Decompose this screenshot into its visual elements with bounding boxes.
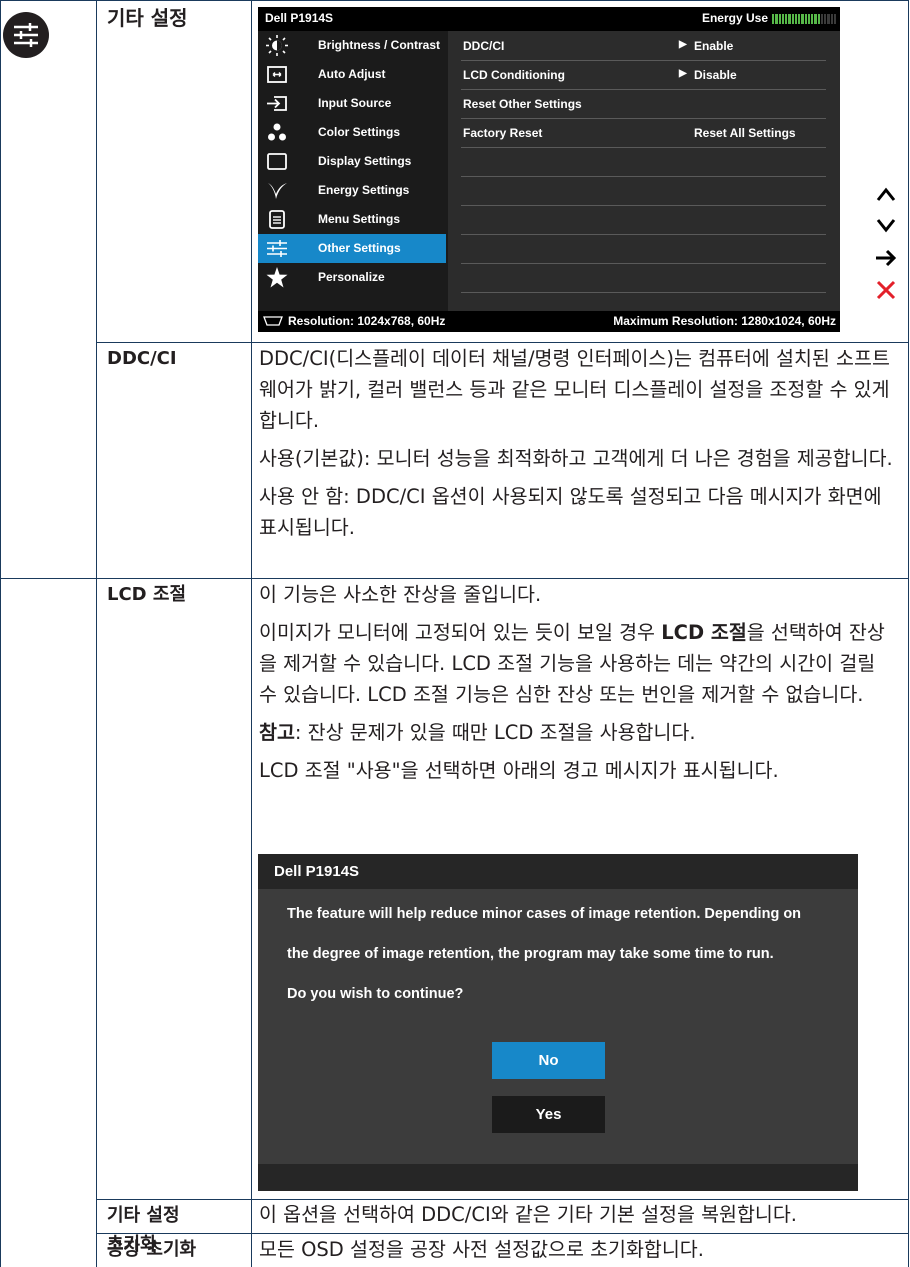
row-text-factory-reset: 모든 OSD 설정을 공장 사전 설정값으로 초기화합니다. (259, 1238, 704, 1261)
energy-meter-segment (833, 14, 836, 24)
osd-menu-item-energy-settings[interactable]: Energy Settings (258, 176, 446, 205)
table-border-top (0, 0, 909, 1)
osd-option-empty (461, 263, 826, 293)
energy-meter-segment (804, 14, 807, 24)
energy-meter-segment (788, 14, 791, 24)
energy-meter-segment (778, 14, 781, 24)
play-arrow-icon: ▶ (679, 68, 687, 79)
osd-menu-item-brightness[interactable]: Brightness / Contrast (258, 31, 446, 60)
osd-menu-item-input-source[interactable]: Input Source (258, 89, 446, 118)
energy-meter-segment (824, 14, 827, 24)
max-resolution: Maximum Resolution: 1280x1024, 60Hz (613, 314, 836, 328)
row-text-reset-other: 이 옵션을 선택하여 DDC/CI와 같은 기타 기본 설정을 복원합니다. (259, 1203, 797, 1226)
osd-option-lcd-conditioning[interactable]: LCD Conditioning ▶ Disable (461, 60, 826, 90)
osd-menu-item-display-settings[interactable]: Display Settings (258, 147, 446, 176)
current-resolution: Resolution: 1024x768, 60Hz (288, 314, 446, 328)
menu-settings-icon (269, 210, 285, 229)
right-arrow-icon[interactable] (874, 248, 898, 268)
ddcci-description: DDC/CI(디스플레이 데이터 채널/명령 인터페이스)는 컴퓨터에 설치된 … (259, 347, 890, 432)
osd-menu-item-menu-settings[interactable]: Menu Settings (258, 205, 446, 234)
input-source-icon (267, 96, 287, 111)
table-border-col1 (96, 0, 97, 1267)
osd-option-empty (461, 147, 826, 177)
row-label-lcd-conditioning: LCD 조절 (107, 584, 187, 605)
star-icon (266, 267, 288, 288)
energy-meter-segment (807, 14, 810, 24)
ddcci-enable: 사용(기본값): 모니터 성능을 최적화하고 고객에게 더 나은 경험을 제공합… (259, 447, 893, 470)
osd-option-empty (461, 176, 826, 206)
energy-meter-segment (772, 14, 775, 24)
row-text-lcd-conditioning: 이 기능은 사소한 잔상을 줄입니다. 이미지가 모니터에 고정되어 있는 듯이… (259, 579, 899, 786)
dialog-header: Dell P1914S (258, 854, 858, 889)
brightness-icon (266, 35, 288, 56)
energy-meter-segment (817, 14, 820, 24)
ddcci-disable: 사용 안 함: DDC/CI 옵션이 사용되지 않도록 설정되고 다음 메시지가… (259, 485, 882, 539)
row-text-ddcci: DDC/CI(디스플레이 데이터 채널/명령 인터페이스)는 컴퓨터에 설치된 … (259, 343, 899, 543)
auto-adjust-icon (267, 66, 287, 83)
energy-use-meter (772, 14, 836, 24)
energy-use-label: Energy Use (701, 11, 768, 25)
dialog-message-line: Do you wish to continue? (287, 986, 464, 1002)
table-border-col2 (251, 0, 252, 1267)
table-border-right (908, 0, 909, 1267)
energy-meter-segment (775, 14, 778, 24)
lcd-note: 참고: 잔상 문제가 있을 때만 LCD 조절을 사용합니다. (259, 721, 696, 744)
osd-option-reset-other[interactable]: Reset Other Settings (461, 89, 826, 119)
dialog-message-line: the degree of image retention, the progr… (287, 946, 774, 962)
other-settings-icon (267, 240, 287, 257)
energy-meter-segment (830, 14, 833, 24)
osd-option-factory-reset[interactable]: Factory Reset Reset All Settings (461, 118, 826, 148)
osd-option-empty (461, 234, 826, 264)
dialog-footer (258, 1164, 858, 1191)
lcd-detail: 이미지가 모니터에 고정되어 있는 듯이 보일 경우 LCD 조절을 선택하여 … (259, 621, 885, 706)
osd-menu-item-other-settings[interactable]: Other Settings (258, 234, 446, 263)
down-icon[interactable] (875, 216, 897, 236)
dialog-title: Dell P1914S (274, 863, 360, 880)
vga-connector-icon (263, 316, 283, 326)
energy-meter-segment (820, 14, 823, 24)
osd-menu: Dell P1914S Energy Use Brightness / Cont… (258, 7, 840, 332)
lcd-warning-dialog: Dell P1914S The feature will help reduce… (258, 854, 858, 1191)
color-settings-icon (268, 123, 286, 141)
section-title: 기타 설정 (107, 6, 188, 30)
close-icon[interactable] (876, 280, 896, 300)
osd-menu-item-auto-adjust[interactable]: Auto Adjust (258, 60, 446, 89)
lcd-warning-intro: LCD 조절 "사용"을 선택하면 아래의 경고 메시지가 표시됩니다. (259, 759, 779, 782)
energy-meter-segment (781, 14, 784, 24)
osd-header: Dell P1914S Energy Use (258, 7, 840, 31)
energy-meter-segment (827, 14, 830, 24)
dialog-message-line: The feature will help reduce minor cases… (287, 906, 802, 922)
osd-model: Dell P1914S (265, 11, 334, 25)
table-border-left (0, 0, 1, 1267)
energy-settings-icon (268, 183, 287, 199)
energy-meter-segment (798, 14, 801, 24)
row-label-factory-reset: 공장 초기화 (107, 1239, 197, 1260)
no-button[interactable]: No (492, 1042, 605, 1079)
yes-button[interactable]: Yes (492, 1096, 605, 1133)
energy-meter-segment (801, 14, 804, 24)
osd-menu-item-color-settings[interactable]: Color Settings (258, 118, 446, 147)
osd-menu-list: Brightness / Contrast Auto Adjust Input … (258, 31, 448, 311)
row-label-ddcci: DDC/CI (107, 348, 177, 369)
energy-meter-segment (791, 14, 794, 24)
other-settings-section-icon (3, 12, 49, 58)
osd-option-empty (461, 205, 826, 235)
osd-footer: Resolution: 1024x768, 60Hz Maximum Resol… (258, 311, 840, 332)
osd-menu-item-personalize[interactable]: Personalize (258, 263, 446, 292)
lcd-description: 이 기능은 사소한 잔상을 줄입니다. (259, 583, 542, 606)
up-icon[interactable] (875, 184, 897, 204)
energy-meter-segment (785, 14, 788, 24)
display-settings-icon (267, 153, 287, 170)
energy-meter-segment (794, 14, 797, 24)
play-arrow-icon: ▶ (679, 39, 687, 50)
energy-meter-segment (811, 14, 814, 24)
osd-option-ddcci[interactable]: DDC/CI ▶ Enable (461, 31, 826, 61)
energy-meter-segment (814, 14, 817, 24)
